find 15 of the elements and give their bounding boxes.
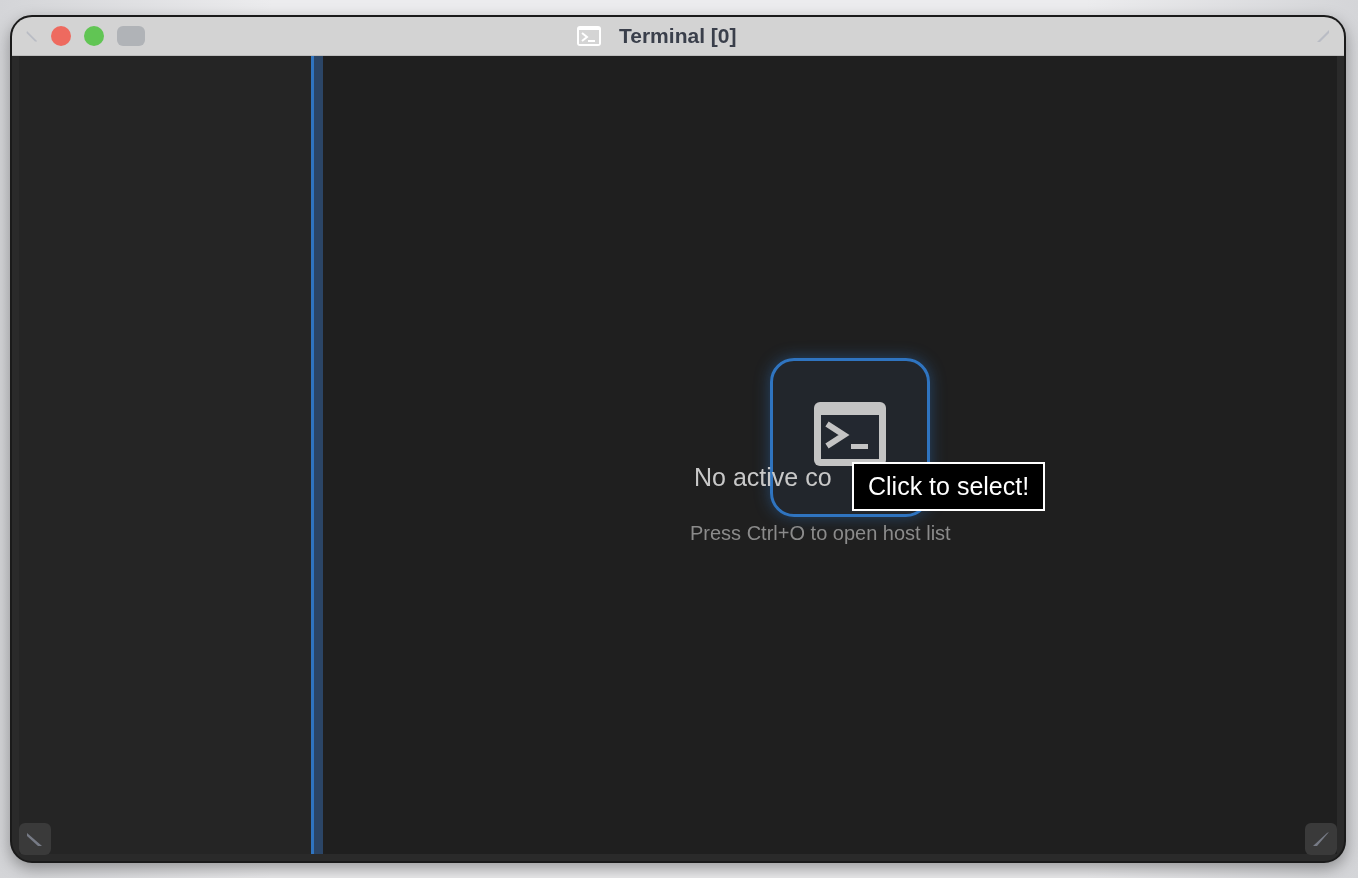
resize-handle-icon <box>1313 831 1329 847</box>
resize-handle[interactable] <box>19 823 51 855</box>
resize-handle-icon[interactable] <box>1316 29 1330 43</box>
resize-handle[interactable] <box>1305 823 1337 855</box>
empty-state-hint: Press Ctrl+O to open host list <box>690 522 951 545</box>
resize-handle-icon <box>27 831 43 847</box>
terminal-icon <box>577 26 601 46</box>
close-button[interactable] <box>51 26 71 46</box>
terminal-icon <box>814 401 886 466</box>
zoom-button[interactable] <box>84 26 104 46</box>
tooltip: Click to select! <box>852 462 1046 511</box>
splitter-handle[interactable] <box>311 56 323 854</box>
window-control-button[interactable] <box>117 26 145 46</box>
window-title: Terminal [0] <box>619 24 737 48</box>
resize-handle-icon[interactable] <box>26 30 38 42</box>
